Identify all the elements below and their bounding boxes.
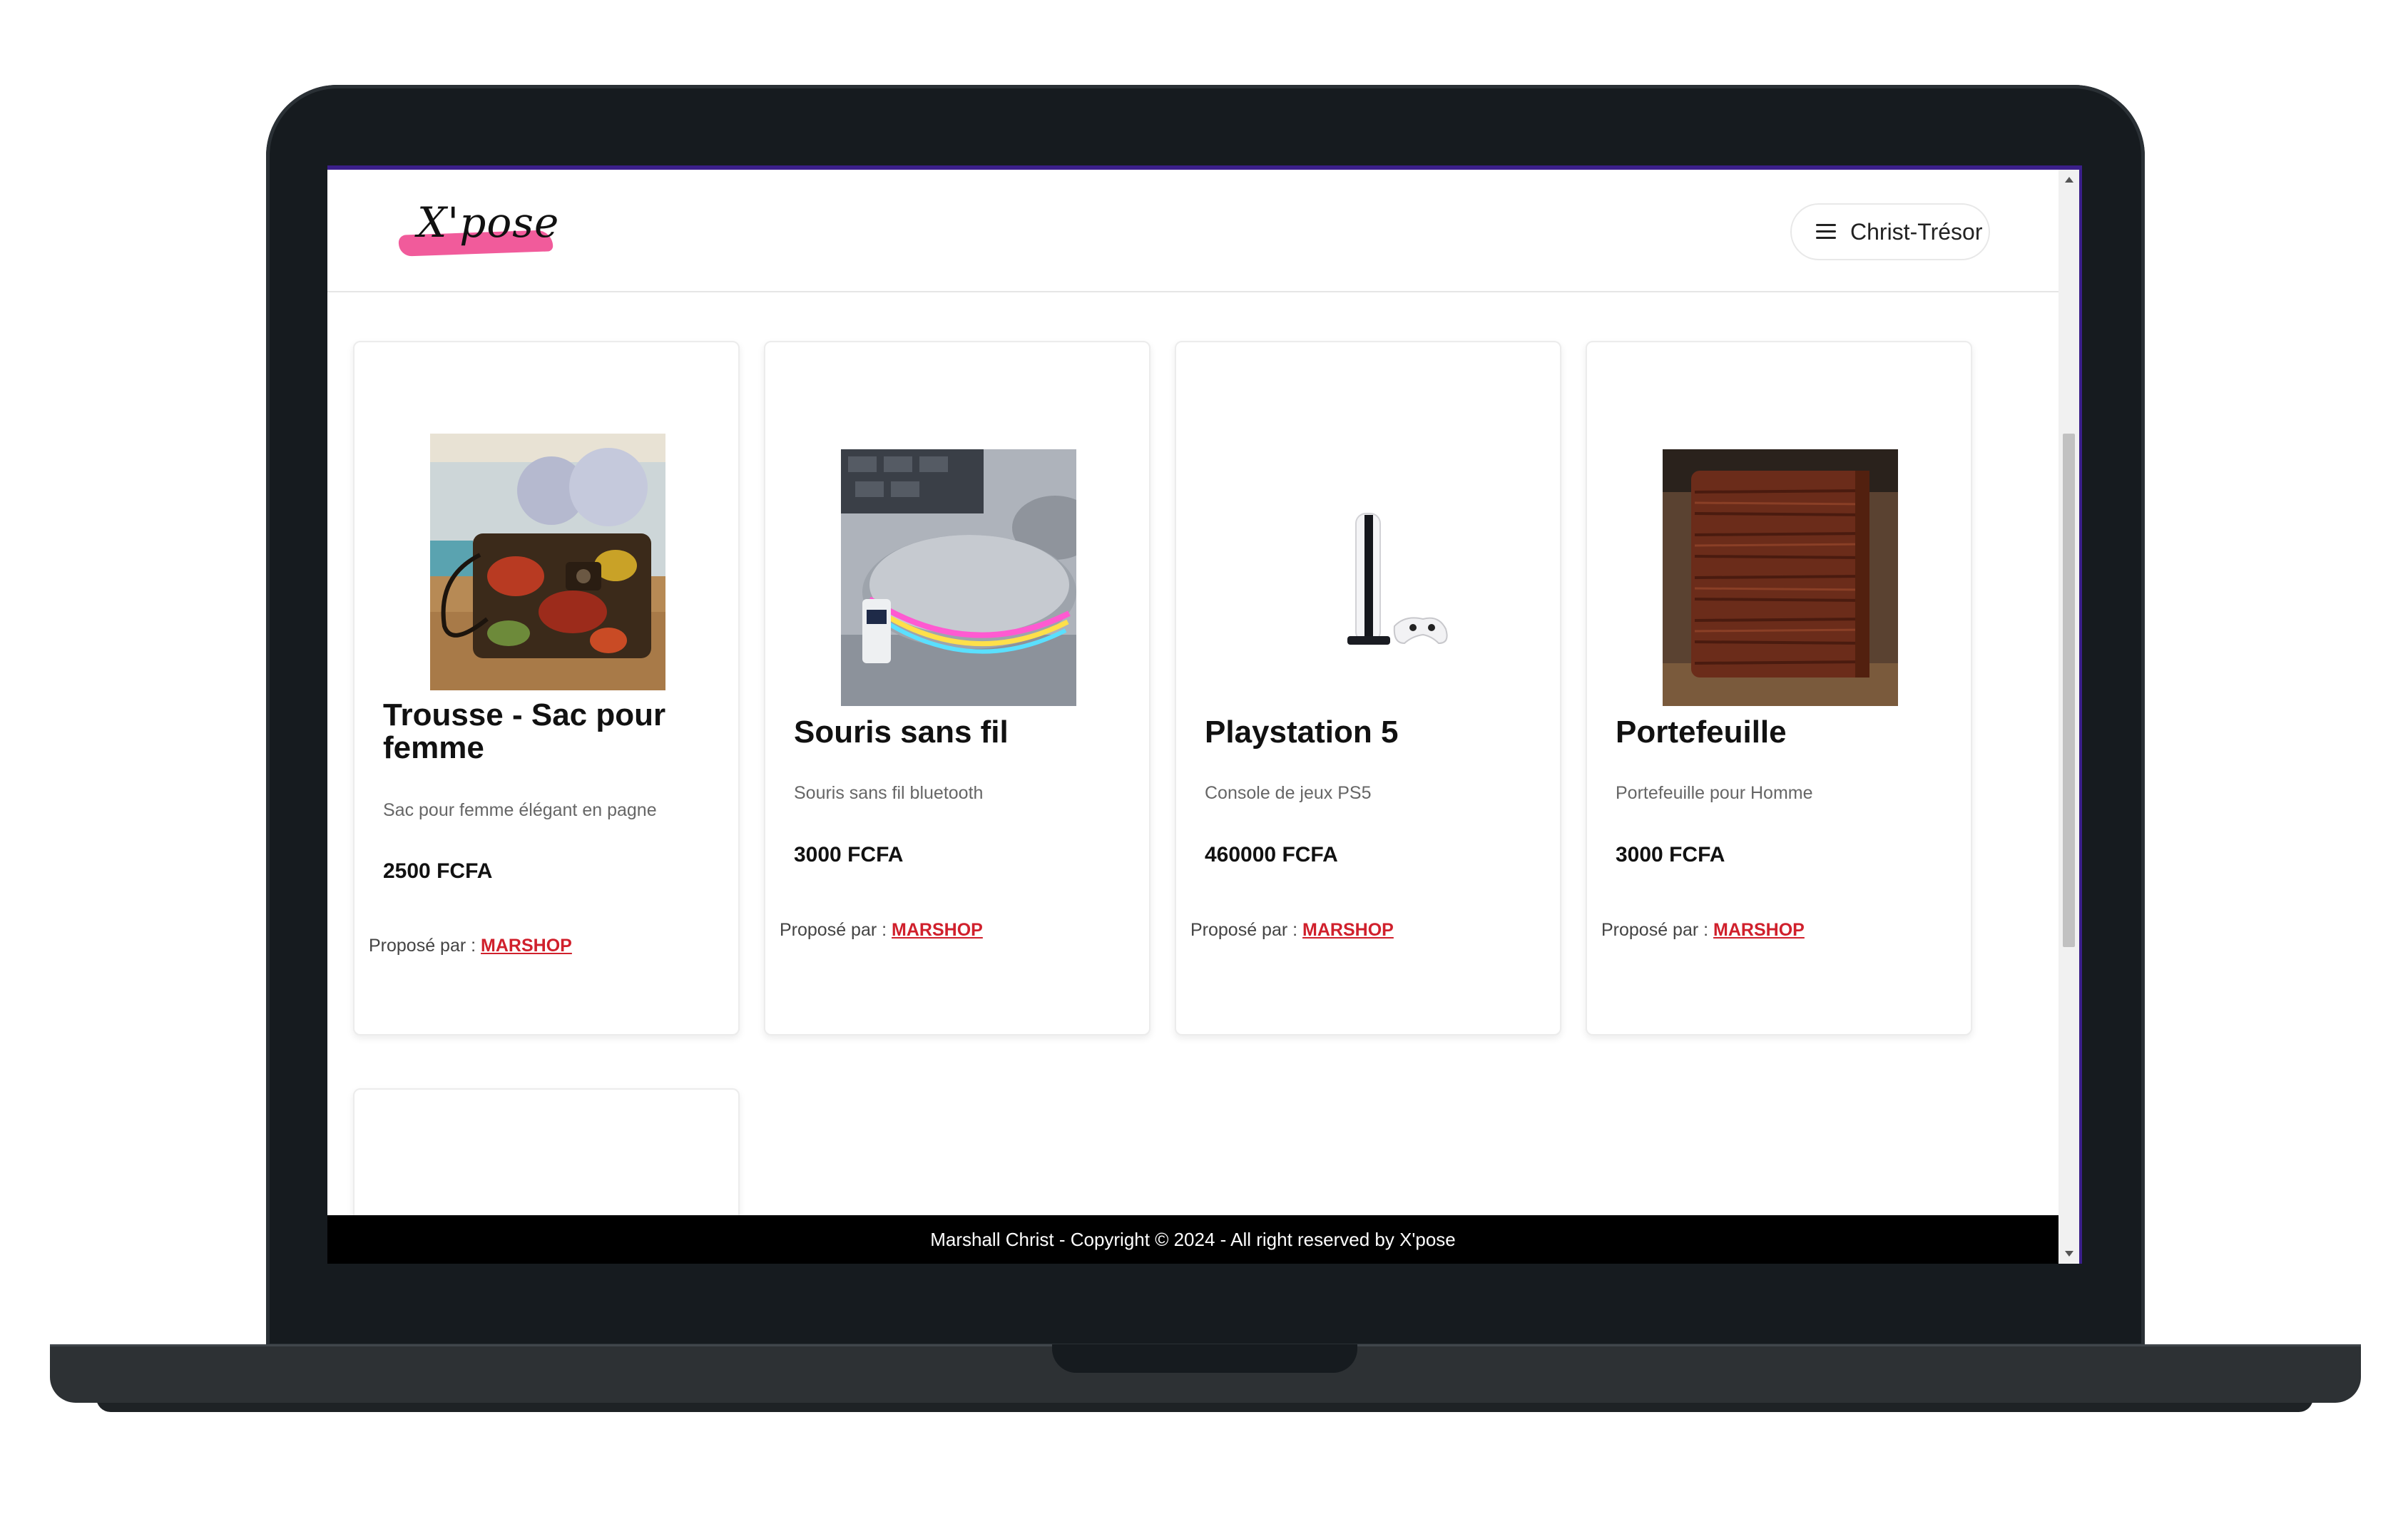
product-card[interactable]: Trousse - Sac pour femme Sac pour femme … [353, 341, 740, 1035]
product-title[interactable]: Playstation 5 [1205, 716, 1398, 749]
scroll-thumb[interactable] [2063, 434, 2075, 947]
product-description: Console de jeux PS5 [1205, 783, 1372, 803]
hamburger-menu-icon [1816, 224, 1836, 240]
vendor-link[interactable]: MARSHOP [1713, 920, 1805, 940]
product-price: 460000 FCFA [1205, 843, 1338, 866]
product-image-bag[interactable] [430, 434, 665, 690]
product-vendor: Proposé par : MARSHOP [369, 936, 572, 956]
vendor-link[interactable]: MARSHOP [1302, 920, 1394, 940]
vendor-prefix: Proposé par : [780, 920, 887, 940]
product-price: 3000 FCFA [1616, 843, 1725, 866]
laptop-notch [1052, 1344, 1357, 1373]
product-image-mouse[interactable] [841, 449, 1076, 706]
vendor-prefix: Proposé par : [1190, 920, 1298, 940]
site-header: X'pose Christ-Trésor [327, 170, 2058, 292]
product-title[interactable]: Portefeuille [1616, 716, 1787, 749]
user-menu-button[interactable]: Christ-Trésor [1790, 203, 1990, 260]
page-viewport: X'pose Christ-Trésor Trousse - Sac pour … [327, 170, 2058, 1264]
vendor-prefix: Proposé par : [369, 936, 476, 956]
product-image-ps5[interactable] [1252, 449, 1487, 706]
scroll-up-arrow-icon[interactable] [2065, 177, 2073, 183]
user-name-label: Christ-Trésor [1850, 218, 1983, 245]
browser-screen: X'pose Christ-Trésor Trousse - Sac pour … [327, 165, 2082, 1264]
product-card[interactable]: Portefeuille Portefeuille pour Homme 300… [1586, 341, 1972, 1035]
site-logo[interactable]: X'pose [398, 198, 560, 262]
product-card[interactable]: Playstation 5 Console de jeux PS5 460000… [1175, 341, 1561, 1035]
product-vendor: Proposé par : MARSHOP [1190, 920, 1394, 941]
vertical-scrollbar[interactable] [2058, 170, 2079, 1264]
product-vendor: Proposé par : MARSHOP [780, 920, 983, 941]
product-title[interactable]: Souris sans fil [794, 716, 1009, 749]
product-title[interactable]: Trousse - Sac pour femme [383, 699, 683, 764]
footer-copyright: Marshall Christ - Copyright © 2024 - All… [930, 1228, 1456, 1250]
product-price: 2500 FCFA [383, 859, 493, 883]
product-vendor: Proposé par : MARSHOP [1601, 920, 1805, 941]
vendor-link[interactable]: MARSHOP [481, 936, 572, 956]
scroll-down-arrow-icon[interactable] [2065, 1251, 2073, 1257]
vendor-prefix: Proposé par : [1601, 920, 1709, 940]
product-price: 3000 FCFA [794, 843, 904, 866]
logo-text: X'pose [417, 198, 560, 247]
product-description: Portefeuille pour Homme [1616, 783, 1813, 803]
product-card[interactable]: Souris sans fil Souris sans fil bluetoot… [764, 341, 1151, 1035]
product-description: Sac pour femme élégant en pagne [383, 800, 657, 820]
site-footer: Marshall Christ - Copyright © 2024 - All… [327, 1215, 2058, 1264]
product-description: Souris sans fil bluetooth [794, 783, 984, 803]
vendor-link[interactable]: MARSHOP [892, 920, 983, 940]
product-image-wallet[interactable] [1663, 449, 1898, 706]
